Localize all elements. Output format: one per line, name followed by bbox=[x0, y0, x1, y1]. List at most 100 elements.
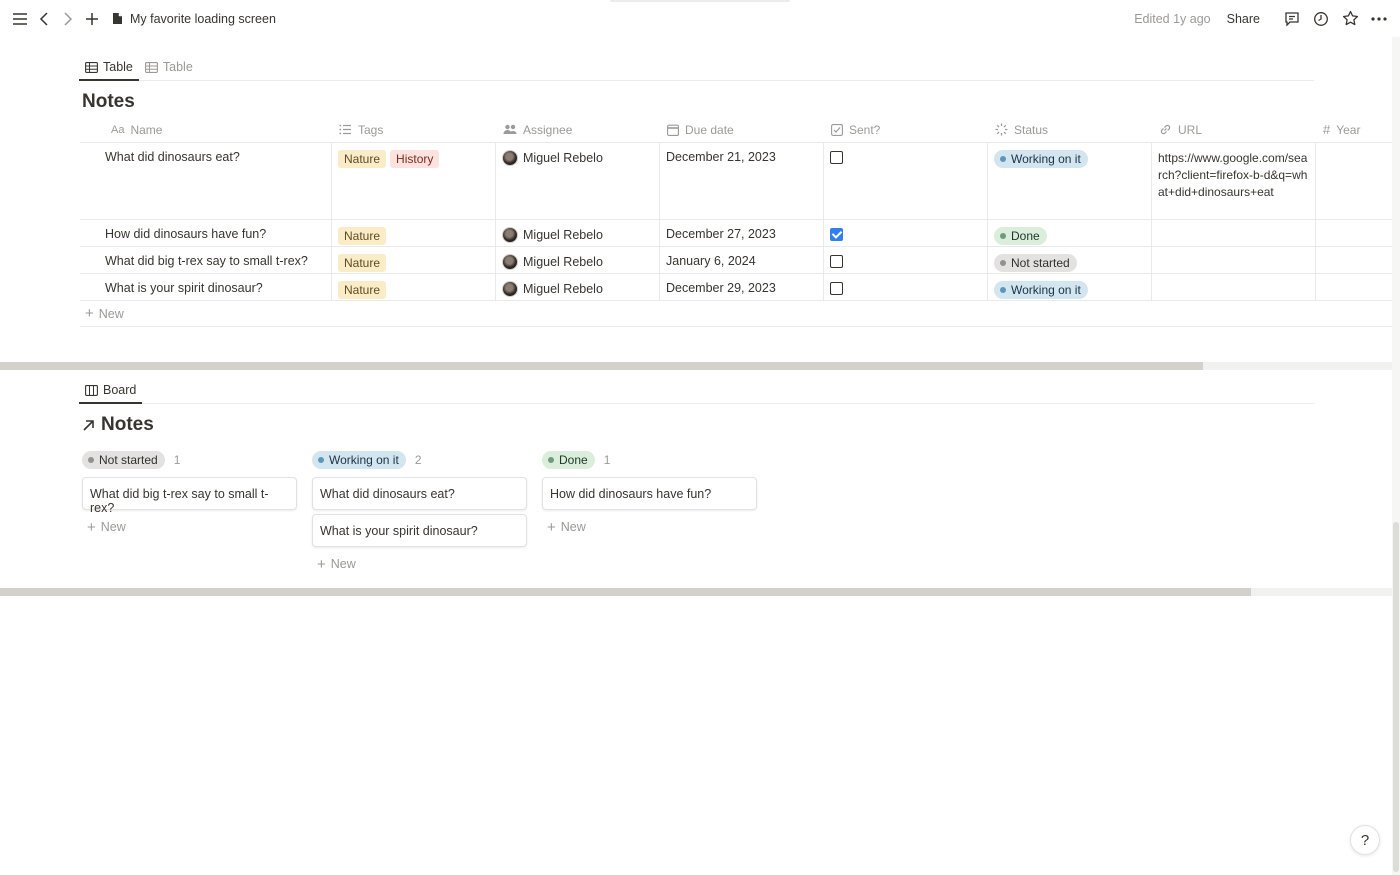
name-cell[interactable]: What is your spirit dinosaur? bbox=[80, 274, 331, 300]
status-badge: Working on it bbox=[994, 150, 1088, 168]
sent-cell[interactable] bbox=[823, 220, 987, 246]
column-header-name[interactable]: Aa Name bbox=[80, 117, 331, 142]
tag-nature: Nature bbox=[338, 281, 387, 299]
due-date-cell[interactable]: December 21, 2023 bbox=[659, 143, 823, 219]
tab-table-2[interactable]: Table bbox=[139, 54, 199, 80]
table-row[interactable]: What did dinosaurs eat? Nature History Mi… bbox=[80, 143, 1392, 220]
name-cell[interactable]: What did dinosaurs eat? bbox=[80, 143, 331, 219]
table-row[interactable]: How did dinosaurs have fun? Nature Migue… bbox=[80, 220, 1392, 247]
column-header[interactable]: Done 1 bbox=[542, 451, 757, 469]
sidebar-menu-icon[interactable] bbox=[10, 9, 30, 29]
board-column-working-on-it: Working on it 2 What did dinosaurs eat? … bbox=[312, 451, 527, 577]
plus-icon: + bbox=[85, 305, 94, 322]
year-cell[interactable] bbox=[1315, 220, 1392, 246]
status-badge: Not started bbox=[994, 254, 1077, 272]
column-new-button[interactable]: + New bbox=[542, 514, 757, 540]
due-date-cell[interactable]: January 6, 2024 bbox=[659, 247, 823, 273]
avatar bbox=[502, 254, 518, 270]
status-cell[interactable]: Working on it bbox=[987, 274, 1151, 300]
favorite-star-icon[interactable] bbox=[1339, 8, 1361, 30]
assignee-name: Miguel Rebelo bbox=[523, 282, 603, 296]
column-label: URL bbox=[1178, 122, 1203, 137]
linked-arrow-icon bbox=[82, 419, 95, 432]
column-header-assignee[interactable]: Assignee bbox=[495, 117, 659, 142]
assignee-cell[interactable]: Miguel Rebelo bbox=[495, 274, 659, 300]
year-cell[interactable] bbox=[1315, 274, 1392, 300]
history-clock-icon[interactable] bbox=[1310, 8, 1332, 30]
new-label: New bbox=[560, 520, 586, 534]
tag-nature: Nature bbox=[338, 227, 387, 245]
page-scrollbar[interactable] bbox=[1392, 37, 1400, 875]
tags-cell[interactable]: Nature bbox=[331, 220, 495, 246]
column-count: 2 bbox=[414, 453, 422, 467]
column-header[interactable]: Not started 1 bbox=[82, 451, 297, 469]
column-label: Sent? bbox=[849, 122, 881, 137]
sent-checkbox[interactable] bbox=[830, 282, 843, 295]
column-header-url[interactable]: URL bbox=[1151, 117, 1315, 142]
status-label: Not started bbox=[99, 453, 158, 467]
table-scrollbar-thumb[interactable] bbox=[0, 362, 1203, 370]
column-header-tags[interactable]: Tags bbox=[331, 117, 495, 142]
assignee-cell[interactable]: Miguel Rebelo bbox=[495, 220, 659, 246]
year-cell[interactable] bbox=[1315, 143, 1392, 219]
url-cell[interactable] bbox=[1151, 274, 1315, 300]
board-card[interactable]: What did dinosaurs eat? bbox=[312, 477, 527, 510]
tab-table-1[interactable]: Table bbox=[79, 54, 139, 81]
tags-cell[interactable]: Nature bbox=[331, 247, 495, 273]
column-count: 1 bbox=[603, 453, 611, 467]
tab-board[interactable]: Board bbox=[79, 377, 143, 404]
table-row[interactable]: What did big t-rex say to small t-rex? N… bbox=[80, 247, 1392, 274]
status-cell[interactable]: Working on it bbox=[987, 143, 1151, 219]
forward-arrow-icon[interactable] bbox=[58, 9, 78, 29]
comments-icon[interactable] bbox=[1281, 8, 1303, 30]
url-cell[interactable] bbox=[1151, 247, 1315, 273]
table-row[interactable]: What is your spirit dinosaur? Nature Mig… bbox=[80, 274, 1392, 301]
new-label: New bbox=[330, 557, 356, 571]
more-options-icon[interactable] bbox=[1368, 8, 1390, 30]
table-new-row-button[interactable]: + New bbox=[80, 301, 1392, 327]
assignee-cell[interactable]: Miguel Rebelo bbox=[495, 143, 659, 219]
tags-cell[interactable]: Nature History bbox=[331, 143, 495, 219]
sent-checkbox-checked[interactable] bbox=[830, 228, 843, 241]
board-card[interactable]: What did big t-rex say to small t-rex? bbox=[82, 477, 297, 515]
column-header-status[interactable]: Status bbox=[987, 117, 1151, 142]
sent-cell[interactable] bbox=[823, 247, 987, 273]
board-card[interactable]: What is your spirit dinosaur? bbox=[312, 514, 527, 547]
column-header-year[interactable]: # Year bbox=[1315, 117, 1392, 142]
column-header[interactable]: Working on it 2 bbox=[312, 451, 527, 469]
table-horizontal-scrollbar[interactable] bbox=[0, 362, 1392, 370]
column-new-button[interactable]: + New bbox=[312, 551, 527, 577]
name-cell[interactable]: What did big t-rex say to small t-rex? bbox=[80, 247, 331, 273]
url-cell[interactable] bbox=[1151, 220, 1315, 246]
board-scrollbar-thumb[interactable] bbox=[0, 588, 1251, 596]
board-database-title[interactable]: Notes bbox=[82, 414, 154, 436]
sent-checkbox[interactable] bbox=[830, 255, 843, 268]
help-button[interactable]: ? bbox=[1350, 825, 1380, 855]
status-cell[interactable]: Not started bbox=[987, 247, 1151, 273]
share-button[interactable]: Share bbox=[1227, 12, 1260, 26]
due-date-cell[interactable]: December 29, 2023 bbox=[659, 274, 823, 300]
board-card[interactable]: How did dinosaurs have fun? bbox=[542, 477, 757, 510]
year-cell[interactable] bbox=[1315, 247, 1392, 273]
edited-timestamp: Edited 1y ago bbox=[1134, 11, 1211, 26]
sent-cell[interactable] bbox=[823, 143, 987, 219]
url-cell[interactable]: https://www.google.com/search?client=fir… bbox=[1151, 143, 1315, 219]
back-arrow-icon[interactable] bbox=[34, 9, 54, 29]
column-header-sent[interactable]: Sent? bbox=[823, 117, 987, 142]
tags-cell[interactable]: Nature bbox=[331, 274, 495, 300]
list-icon bbox=[339, 124, 351, 135]
sent-checkbox[interactable] bbox=[830, 151, 843, 164]
board-horizontal-scrollbar[interactable] bbox=[0, 588, 1392, 596]
assignee-cell[interactable]: Miguel Rebelo bbox=[495, 247, 659, 273]
due-date-cell[interactable]: December 27, 2023 bbox=[659, 220, 823, 246]
column-label: Tags bbox=[358, 122, 384, 137]
sent-cell[interactable] bbox=[823, 274, 987, 300]
status-cell[interactable]: Done bbox=[987, 220, 1151, 246]
table-database-title[interactable]: Notes bbox=[82, 91, 135, 113]
column-header-due-date[interactable]: Due date bbox=[659, 117, 823, 142]
page-scrollbar-thumb[interactable] bbox=[1393, 522, 1399, 872]
breadcrumb[interactable]: My favorite loading screen bbox=[112, 12, 276, 26]
name-cell[interactable]: How did dinosaurs have fun? bbox=[80, 220, 331, 246]
column-new-button[interactable]: + New bbox=[82, 514, 297, 540]
add-page-icon[interactable] bbox=[82, 9, 102, 29]
